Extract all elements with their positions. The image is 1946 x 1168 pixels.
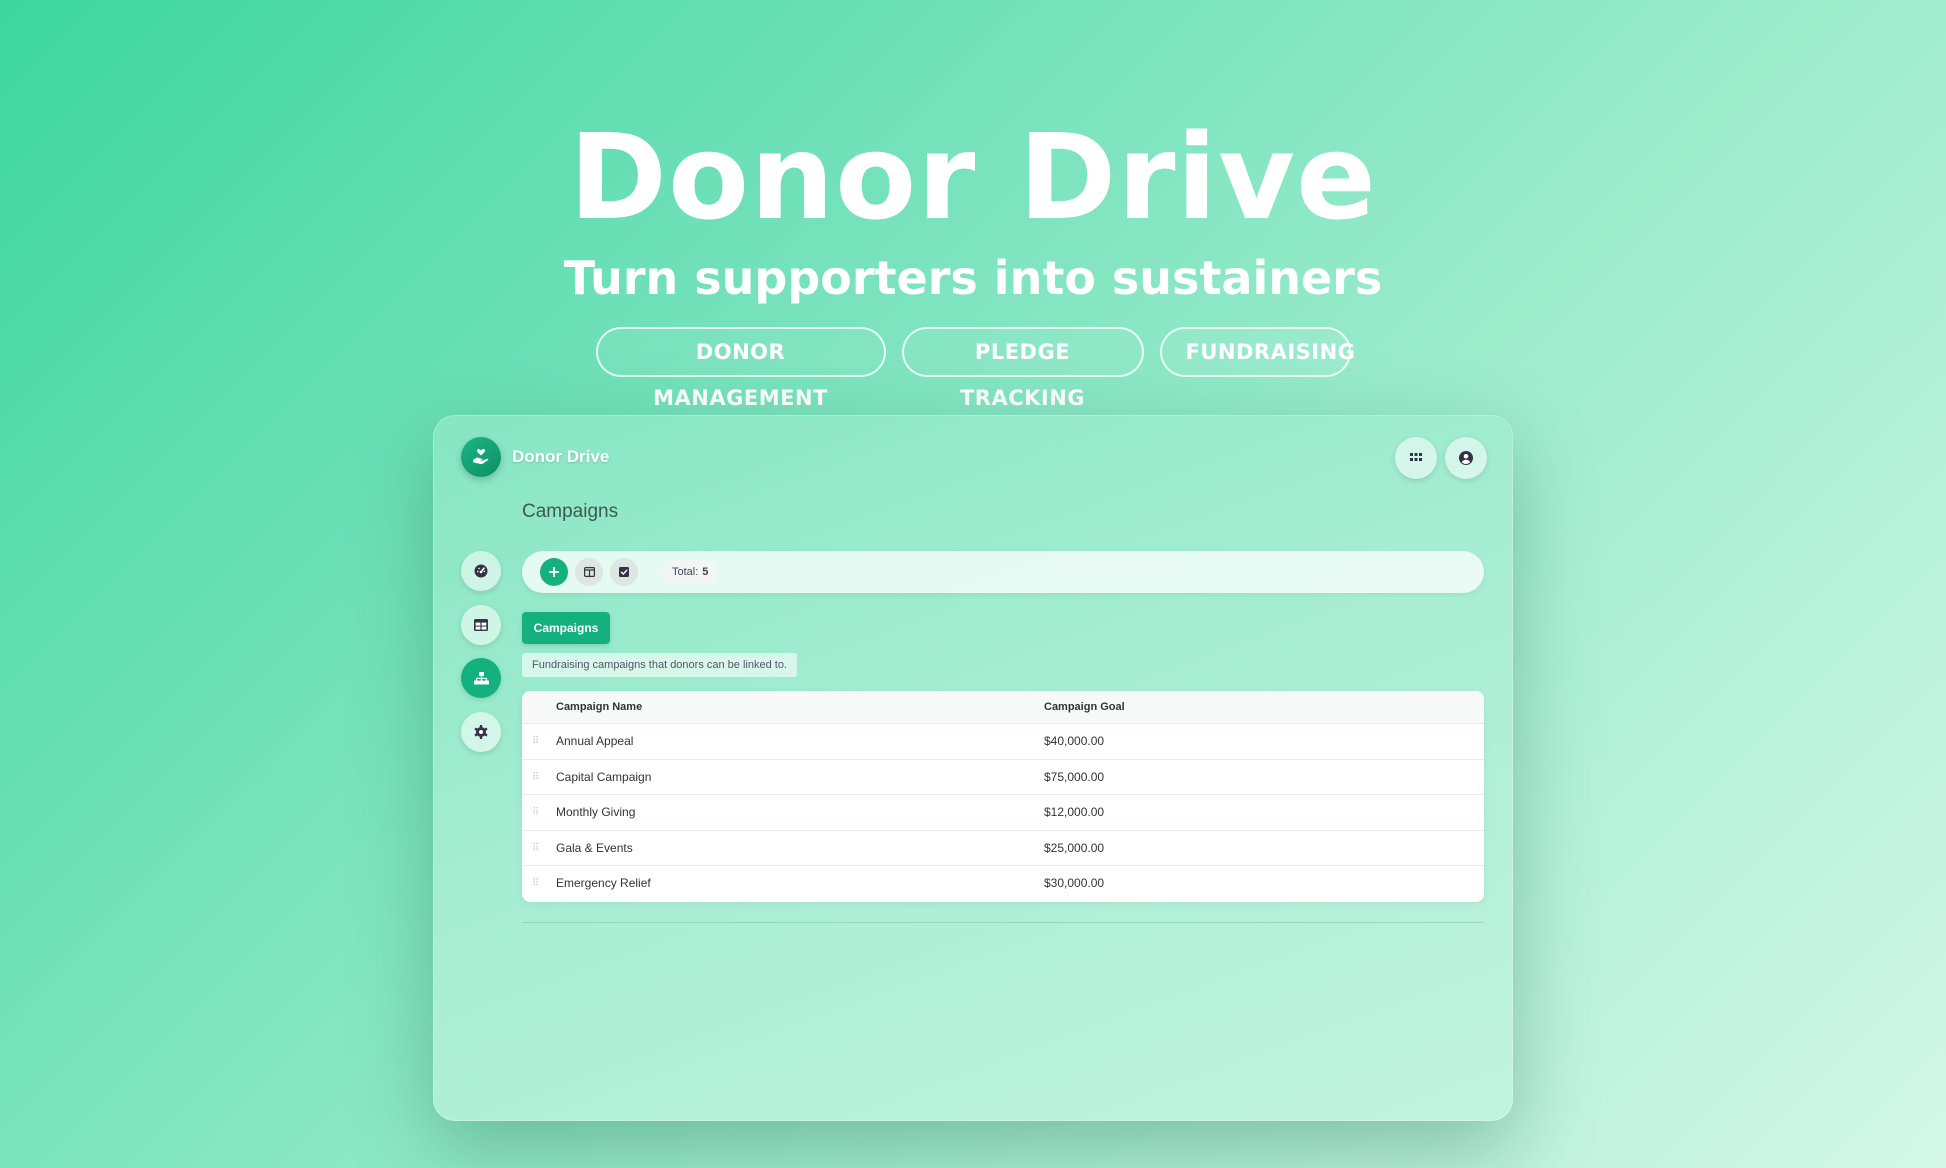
sidebar-item-structure[interactable] — [461, 658, 501, 698]
sidebar-item-settings[interactable] — [461, 712, 501, 752]
column-header-campaign-name[interactable]: Campaign Name — [556, 691, 642, 724]
plus-icon — [549, 567, 559, 577]
brand-name: Donor Drive — [512, 447, 610, 466]
campaign-name: Monthly Giving — [556, 805, 636, 819]
campaign-goal: $25,000.00 — [1044, 840, 1105, 855]
sidebar-item-dashboard[interactable] — [461, 551, 501, 591]
select-button[interactable] — [610, 558, 638, 586]
table-icon — [474, 619, 488, 631]
tag-donor-management: DONOR MANAGEMENT — [595, 327, 886, 410]
table-header: Campaign Name Campaign Goal — [522, 691, 1484, 724]
sidebar-item-tables[interactable] — [461, 605, 501, 645]
toolbar: Total: 5 — [522, 551, 1484, 593]
campaign-goal: $75,000.00 — [1044, 769, 1105, 784]
table-row[interactable]: ⠿ Gala & Events $25,000.00 — [522, 831, 1484, 866]
columns-button[interactable] — [575, 558, 603, 586]
drag-handle-icon[interactable]: ⠿ — [532, 760, 539, 795]
user-button[interactable] — [1445, 437, 1487, 479]
columns-icon — [583, 567, 595, 577]
total-count: Total: 5 — [662, 560, 719, 584]
campaign-goal: $30,000.00 — [1044, 876, 1105, 890]
page-title: Campaigns — [522, 501, 619, 522]
grid-icon — [1410, 453, 1422, 461]
drag-handle-icon[interactable]: ⠿ — [532, 866, 539, 901]
column-header-campaign-goal[interactable]: Campaign Goal — [1044, 691, 1125, 724]
tag-pledge-tracking: PLEDGE TRACKING — [901, 327, 1144, 410]
brand[interactable]: Donor Drive — [461, 437, 609, 477]
drag-handle-icon[interactable]: ⠿ — [532, 795, 539, 830]
campaign-name: Emergency Relief — [556, 876, 651, 890]
tag-fundraising: FUNDRAISING — [1159, 327, 1355, 377]
campaign-name: Capital Campaign — [556, 769, 652, 784]
campaign-goal: $12,000.00 — [1044, 805, 1105, 819]
checkbox-icon — [619, 567, 629, 577]
hand-heart-icon — [461, 437, 501, 477]
table-row[interactable]: ⠿ Monthly Giving $12,000.00 — [522, 795, 1484, 831]
gear-icon — [474, 725, 488, 739]
total-label: Total: — [672, 566, 699, 578]
add-button[interactable] — [540, 558, 568, 586]
apps-button[interactable] — [1395, 437, 1437, 479]
total-value: 5 — [702, 566, 709, 578]
campaigns-table: Campaign Name Campaign Goal ⠿ Annual App… — [522, 691, 1484, 902]
hero-subtitle: Turn supporters into sustainers — [563, 251, 1383, 305]
app-window: Donor Drive Campaigns Total: 5 Campaigns… — [433, 415, 1513, 1121]
table-row[interactable]: ⠿ Annual Appeal $40,000.00 — [522, 724, 1484, 760]
table-row[interactable]: ⠿ Capital Campaign $75,000.00 — [522, 760, 1484, 795]
campaign-name: Annual Appeal — [556, 734, 634, 748]
drag-handle-icon[interactable]: ⠿ — [532, 831, 539, 866]
divider — [522, 922, 1484, 923]
hero-title: Donor Drive — [569, 108, 1377, 246]
table-description: Fundraising campaigns that donors can be… — [522, 653, 797, 677]
dashboard-icon — [474, 564, 488, 578]
campaign-goal: $40,000.00 — [1044, 734, 1105, 748]
drag-handle-icon[interactable]: ⠿ — [532, 724, 539, 759]
campaign-name: Gala & Events — [556, 840, 633, 855]
sitemap-icon — [473, 671, 489, 684]
user-circle-icon — [1459, 451, 1473, 465]
table-row[interactable]: ⠿ Emergency Relief $30,000.00 — [522, 866, 1484, 902]
tab-campaigns[interactable]: Campaigns — [522, 612, 610, 644]
feature-tags: DONOR MANAGEMENT PLEDGE TRACKING FUNDRAI… — [0, 327, 1946, 410]
